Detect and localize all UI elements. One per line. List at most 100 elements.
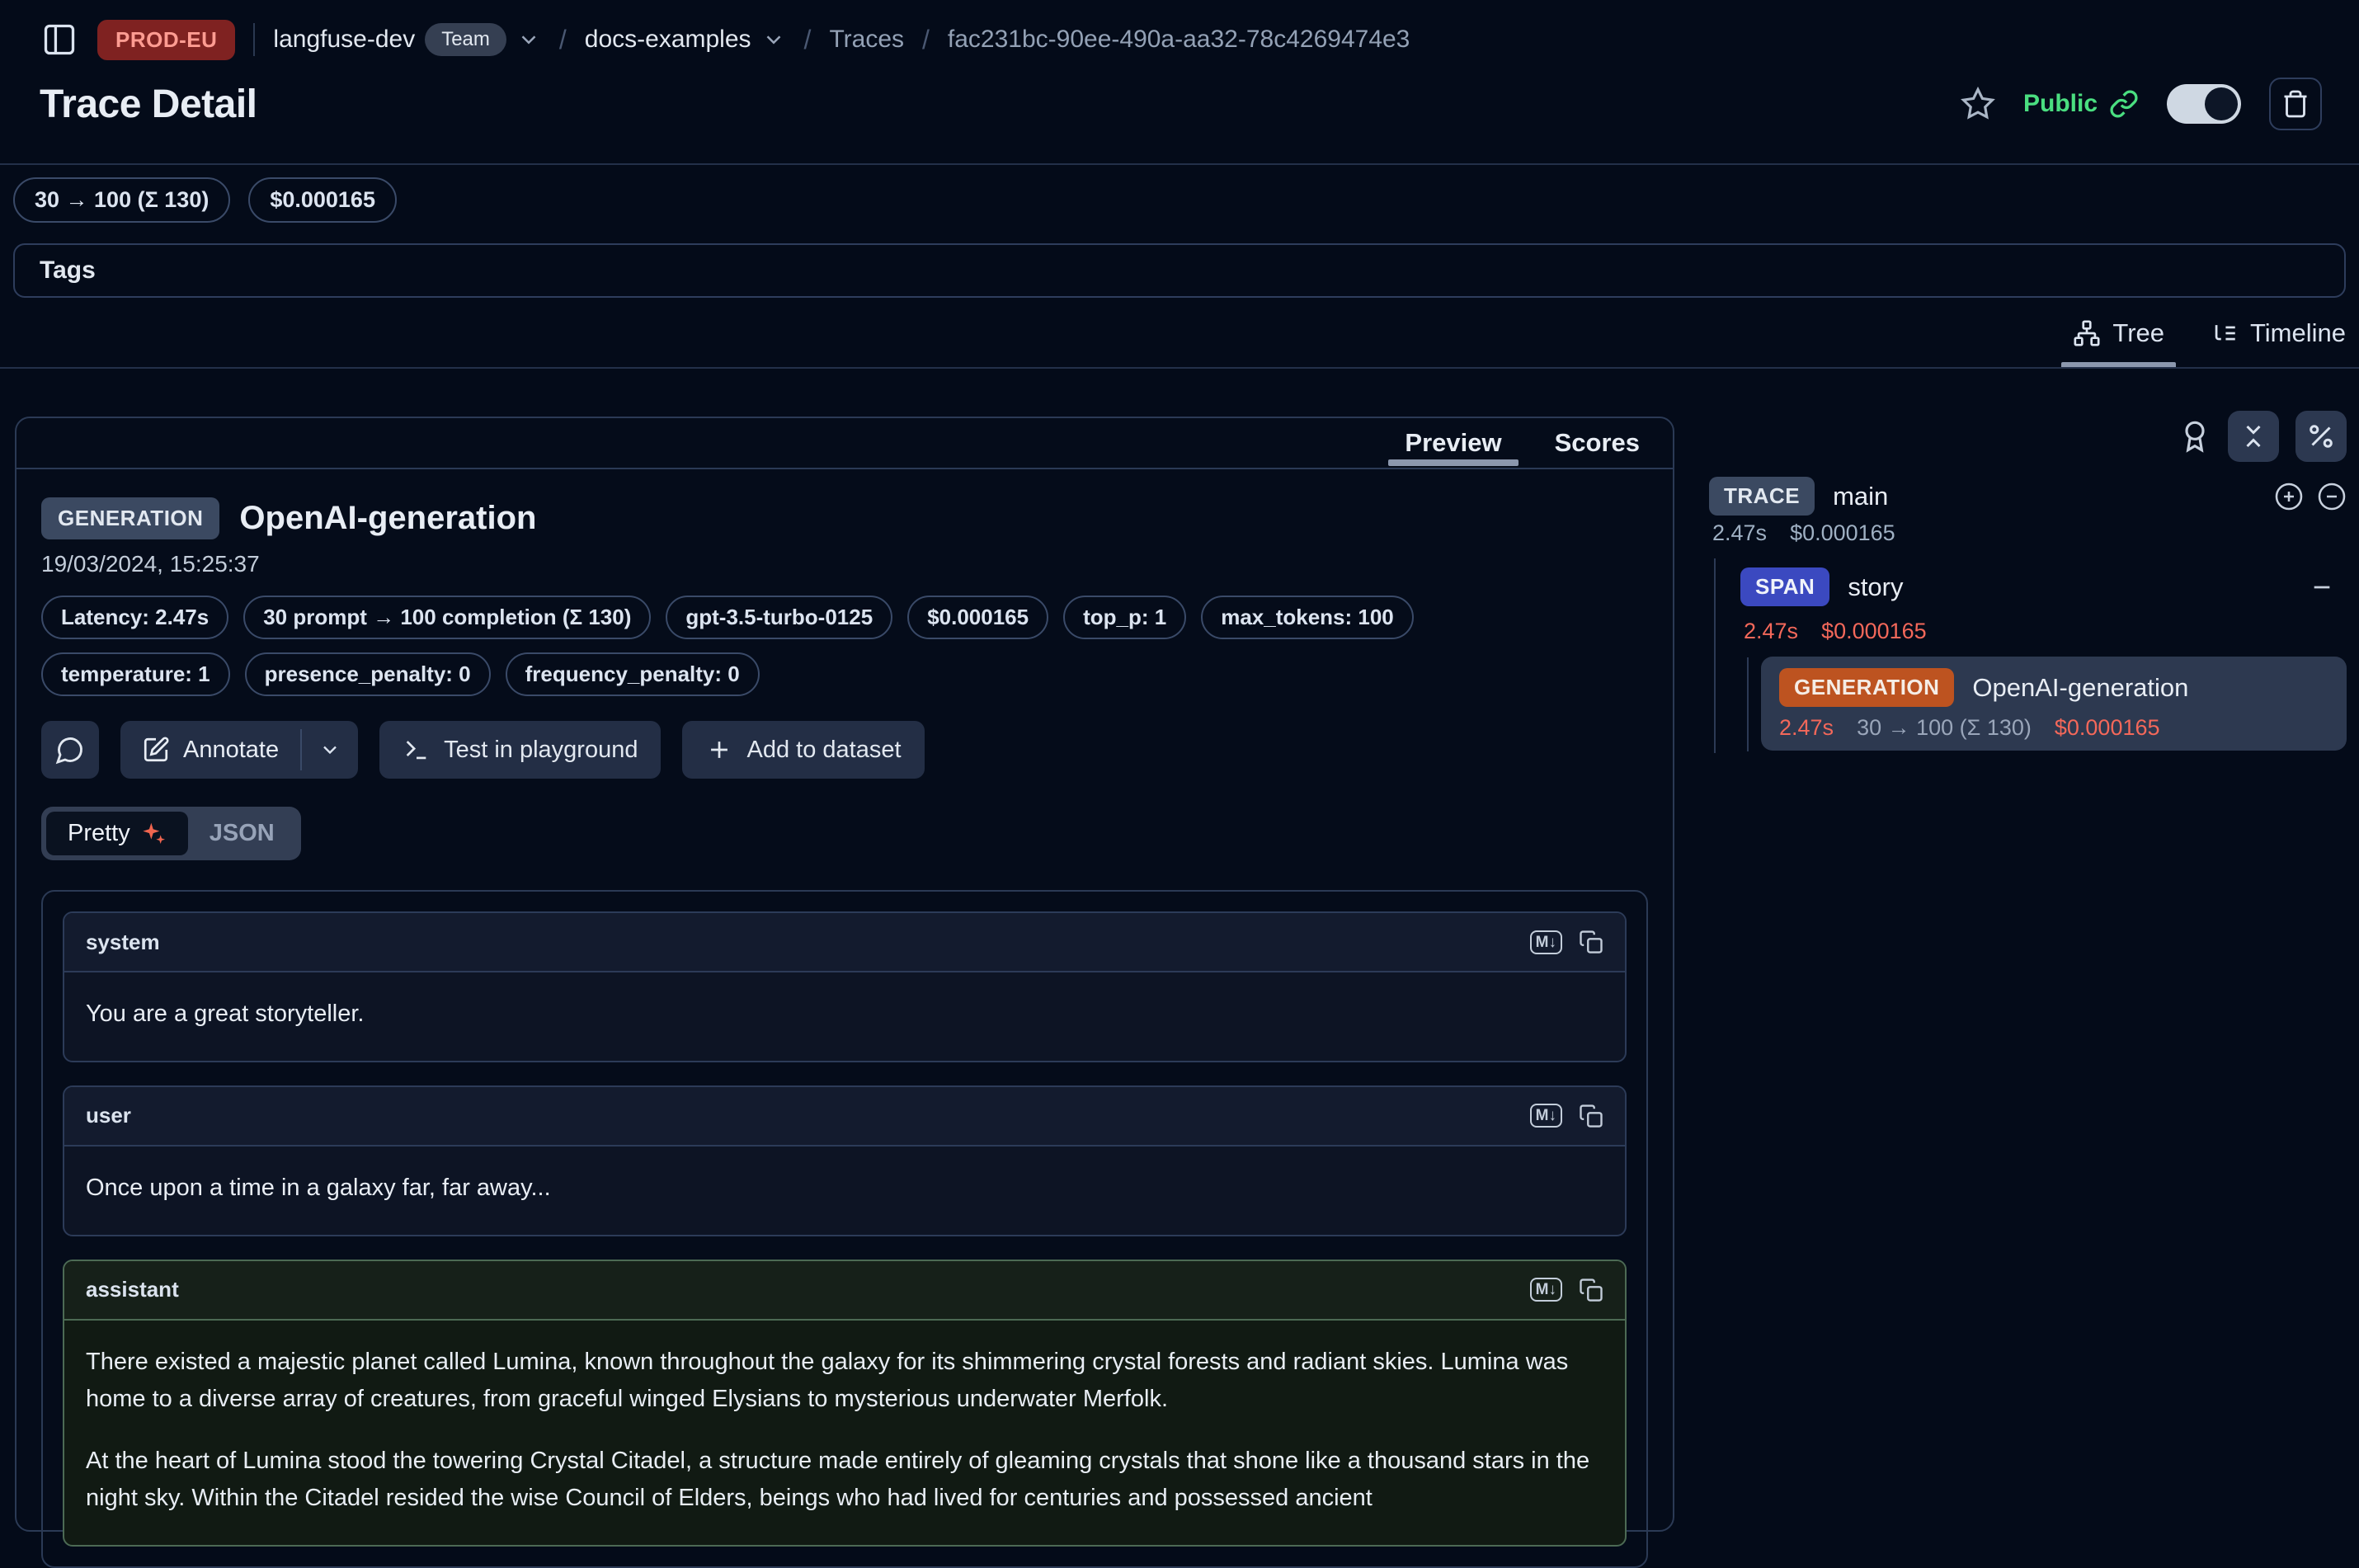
message-header: assistant M↓ xyxy=(64,1261,1625,1321)
tags-box[interactable]: Tags xyxy=(13,243,2346,298)
annotate-split-button: Annotate xyxy=(120,721,358,779)
delete-trace-button[interactable] xyxy=(2269,78,2322,130)
breadcrumb-trace-id: fac231bc-90ee-490a-aa32-78c4269474e3 xyxy=(948,26,1410,54)
annotate-button[interactable]: Annotate xyxy=(120,721,300,779)
format-json[interactable]: JSON xyxy=(188,812,296,855)
sidebar-toggle-icon[interactable] xyxy=(40,20,79,59)
message-content: There existed a majestic planet called L… xyxy=(64,1321,1625,1545)
sparkles-icon xyxy=(140,821,167,847)
edit-icon xyxy=(142,736,170,764)
copy-icon[interactable] xyxy=(1579,930,1603,954)
comment-icon xyxy=(55,735,85,765)
message-assistant: assistant M↓ There existed a majestic pl… xyxy=(63,1260,1627,1547)
tab-preview[interactable]: Preview xyxy=(1405,418,1501,468)
markdown-toggle-icon[interactable]: M↓ xyxy=(1530,930,1562,954)
span-name: story xyxy=(1848,572,1903,602)
message-system: system M↓ You are a great storyteller. xyxy=(63,911,1627,1062)
show-percent-button[interactable] xyxy=(2295,411,2347,462)
messages-container: system M↓ You are a great storyteller. u… xyxy=(41,890,1648,1568)
copy-icon[interactable] xyxy=(1579,1104,1603,1128)
trace-tree-panel: TRACE main 2.47s $0.000165 SPAN story 2.… xyxy=(1709,411,2347,906)
tree-guide-line xyxy=(1714,558,1716,753)
expand-all-icon[interactable] xyxy=(2274,482,2304,511)
active-tab-indicator xyxy=(1388,459,1518,466)
divider xyxy=(0,367,2359,369)
public-link[interactable]: Public xyxy=(2023,89,2139,119)
observation-parameter-badges: Latency: 2.47s30 prompt → 100 completion… xyxy=(41,596,1443,696)
tree-row-generation-selected[interactable]: GENERATION OpenAI-generation 2.47s 30 → … xyxy=(1761,657,2347,751)
collapse-node-icon[interactable] xyxy=(2317,482,2347,511)
parameter-badge: max_tokens: 100 xyxy=(1201,596,1414,639)
link-icon xyxy=(2109,89,2139,119)
tab-scores[interactable]: Scores xyxy=(1555,418,1640,468)
percent-icon xyxy=(2306,421,2336,451)
timeline-icon xyxy=(2211,319,2239,347)
plus-icon xyxy=(705,736,733,764)
bookmark-star-icon[interactable] xyxy=(1961,87,1995,121)
chevron-down-icon[interactable] xyxy=(516,27,541,52)
parameter-badge: gpt-3.5-turbo-0125 xyxy=(666,596,892,639)
tab-tree[interactable]: Tree xyxy=(2073,309,2164,369)
org-type-badge: Team xyxy=(425,23,506,56)
observation-timestamp: 19/03/2024, 15:25:37 xyxy=(41,551,1648,577)
collapse-all-button[interactable] xyxy=(2228,411,2279,462)
tree-row-trace[interactable]: TRACE main xyxy=(1709,477,2347,516)
actions-row: Annotate Test in playground xyxy=(41,721,1648,779)
generation-tokens: 30 → 100 (Σ 130) xyxy=(1857,715,2032,741)
title-bar: Trace Detail Public xyxy=(40,74,2322,134)
message-user: user M↓ Once upon a time in a galaxy far… xyxy=(63,1085,1627,1236)
award-icon[interactable] xyxy=(2178,420,2211,453)
tags-label: Tags xyxy=(40,257,96,285)
comment-button[interactable] xyxy=(41,721,99,779)
observation-type-badge: GENERATION xyxy=(41,497,219,539)
trace-latency: 2.47s xyxy=(1712,520,1767,546)
parameter-badge: temperature: 1 xyxy=(41,652,230,696)
trash-icon xyxy=(2281,89,2310,119)
trace-type-badge: TRACE xyxy=(1709,477,1815,516)
generation-metrics: 2.47s 30 → 100 (Σ 130) $0.000165 xyxy=(1779,715,2328,741)
toggle-knob xyxy=(2205,87,2238,120)
minus-icon[interactable] xyxy=(2309,574,2335,600)
breadcrumb: PROD-EU langfuse-dev Team / docs-example… xyxy=(40,16,2319,63)
terminal-icon xyxy=(403,736,431,764)
public-toggle[interactable] xyxy=(2167,84,2241,124)
tree-row-span[interactable]: SPAN story xyxy=(1740,567,2347,606)
message-role: user xyxy=(86,1103,131,1128)
breadcrumb-traces[interactable]: Traces xyxy=(829,26,904,54)
tree-toolbar xyxy=(1709,411,2347,462)
format-toggle: Pretty JSON xyxy=(41,807,301,860)
span-type-badge: SPAN xyxy=(1740,567,1829,606)
span-cost: $0.000165 xyxy=(1821,619,1927,644)
generation-latency: 2.47s xyxy=(1779,715,1834,741)
copy-icon[interactable] xyxy=(1579,1278,1603,1302)
format-pretty[interactable]: Pretty xyxy=(46,812,188,855)
message-role: assistant xyxy=(86,1277,179,1302)
observation-card: Preview Scores GENERATION OpenAI-generat… xyxy=(15,417,1674,1532)
environment-badge: PROD-EU xyxy=(97,20,235,60)
trace-cost: $0.000165 xyxy=(1790,520,1895,546)
breadcrumb-separator: / xyxy=(922,25,930,55)
tab-timeline[interactable]: Timeline xyxy=(2211,309,2346,369)
trace-token-badge: 30 → 100 (Σ 130) xyxy=(13,177,230,223)
chevron-down-icon[interactable] xyxy=(761,27,786,52)
annotate-dropdown-button[interactable] xyxy=(302,721,358,779)
observation-name: OpenAI-generation xyxy=(239,500,536,537)
breadcrumb-project[interactable]: docs-examples xyxy=(585,26,786,54)
parameter-badge: Latency: 2.47s xyxy=(41,596,228,639)
test-in-playground-button[interactable]: Test in playground xyxy=(379,721,661,779)
parameter-badge: top_p: 1 xyxy=(1063,596,1186,639)
panel-tabs: Preview Scores xyxy=(16,418,1673,469)
message-content: Once upon a time in a galaxy far, far aw… xyxy=(64,1147,1625,1235)
divider xyxy=(0,163,2359,165)
message-content: You are a great storyteller. xyxy=(64,972,1625,1061)
breadcrumb-separator: / xyxy=(804,25,812,55)
breadcrumb-org[interactable]: langfuse-dev Team xyxy=(273,23,540,56)
chevrons-collapse-icon xyxy=(2239,421,2268,451)
parameter-badge: $0.000165 xyxy=(907,596,1048,639)
chevron-down-icon xyxy=(318,738,341,761)
divider xyxy=(253,23,255,56)
markdown-toggle-icon[interactable]: M↓ xyxy=(1530,1104,1562,1128)
add-to-dataset-button[interactable]: Add to dataset xyxy=(682,721,924,779)
markdown-toggle-icon[interactable]: M↓ xyxy=(1530,1278,1562,1302)
view-tabs: Tree Timeline xyxy=(2073,309,2346,369)
